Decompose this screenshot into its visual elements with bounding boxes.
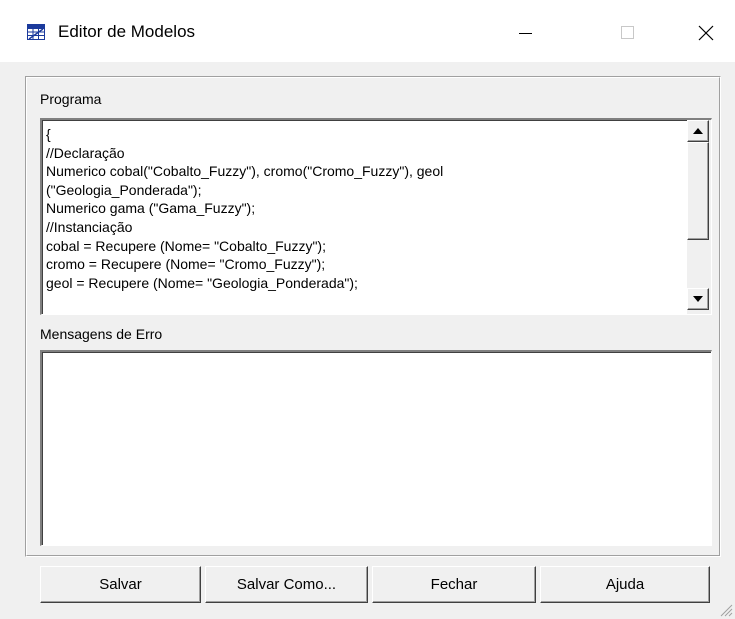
maximize-icon xyxy=(621,26,634,39)
errors-label: Mensagens de Erro xyxy=(40,326,163,342)
code-line: //Declaração xyxy=(46,144,125,161)
editor-window: Editor de Modelos Programa { //Declaraçã… xyxy=(0,0,735,619)
minimize-icon xyxy=(519,33,532,34)
code-line: //Instanciação xyxy=(46,218,133,235)
program-scrollbar[interactable] xyxy=(687,120,711,314)
code-line: { xyxy=(46,126,51,142)
code-line: Numerico gama ("Gama_Fuzzy"); xyxy=(46,200,256,217)
code-line: Numerico cobal("Cobalto_Fuzzy"), cromo("… xyxy=(46,163,444,180)
arrow-up-icon xyxy=(693,128,703,134)
close-button[interactable] xyxy=(683,13,729,53)
close-icon xyxy=(698,25,714,41)
help-button[interactable]: Ajuda xyxy=(540,566,710,603)
maximize-button[interactable] xyxy=(605,13,651,53)
program-editor[interactable]: { //Declaração Numerico cobal("Cobalto_F… xyxy=(40,118,712,315)
error-messages-box[interactable] xyxy=(40,350,712,546)
scroll-down-button[interactable] xyxy=(687,288,709,310)
save-button[interactable]: Salvar xyxy=(40,566,201,603)
arrow-down-icon xyxy=(693,296,703,302)
code-line: cromo = Recupere (Nome= "Cromo_Fuzzy"); xyxy=(46,256,326,273)
grid-app-icon xyxy=(27,24,45,40)
minimize-button[interactable] xyxy=(502,13,548,53)
code-line: ("Geologia_Ponderada"); xyxy=(46,181,202,198)
save-as-button[interactable]: Salvar Como... xyxy=(205,566,368,603)
close-dialog-button[interactable]: Fechar xyxy=(372,566,536,603)
program-text[interactable]: { //Declaração Numerico cobal("Cobalto_F… xyxy=(46,125,680,292)
code-line: cobal = Recupere (Nome= "Cobalto_Fuzzy")… xyxy=(46,237,326,254)
window-title: Editor de Modelos xyxy=(58,22,196,41)
scroll-up-button[interactable] xyxy=(687,120,709,142)
code-line: geol = Recupere (Nome= "Geologia_Pondera… xyxy=(46,274,358,291)
title-bar[interactable]: Editor de Modelos xyxy=(0,0,735,62)
resize-grip-icon[interactable] xyxy=(719,603,733,617)
scroll-thumb[interactable] xyxy=(687,142,709,240)
program-label: Programa xyxy=(40,91,102,107)
